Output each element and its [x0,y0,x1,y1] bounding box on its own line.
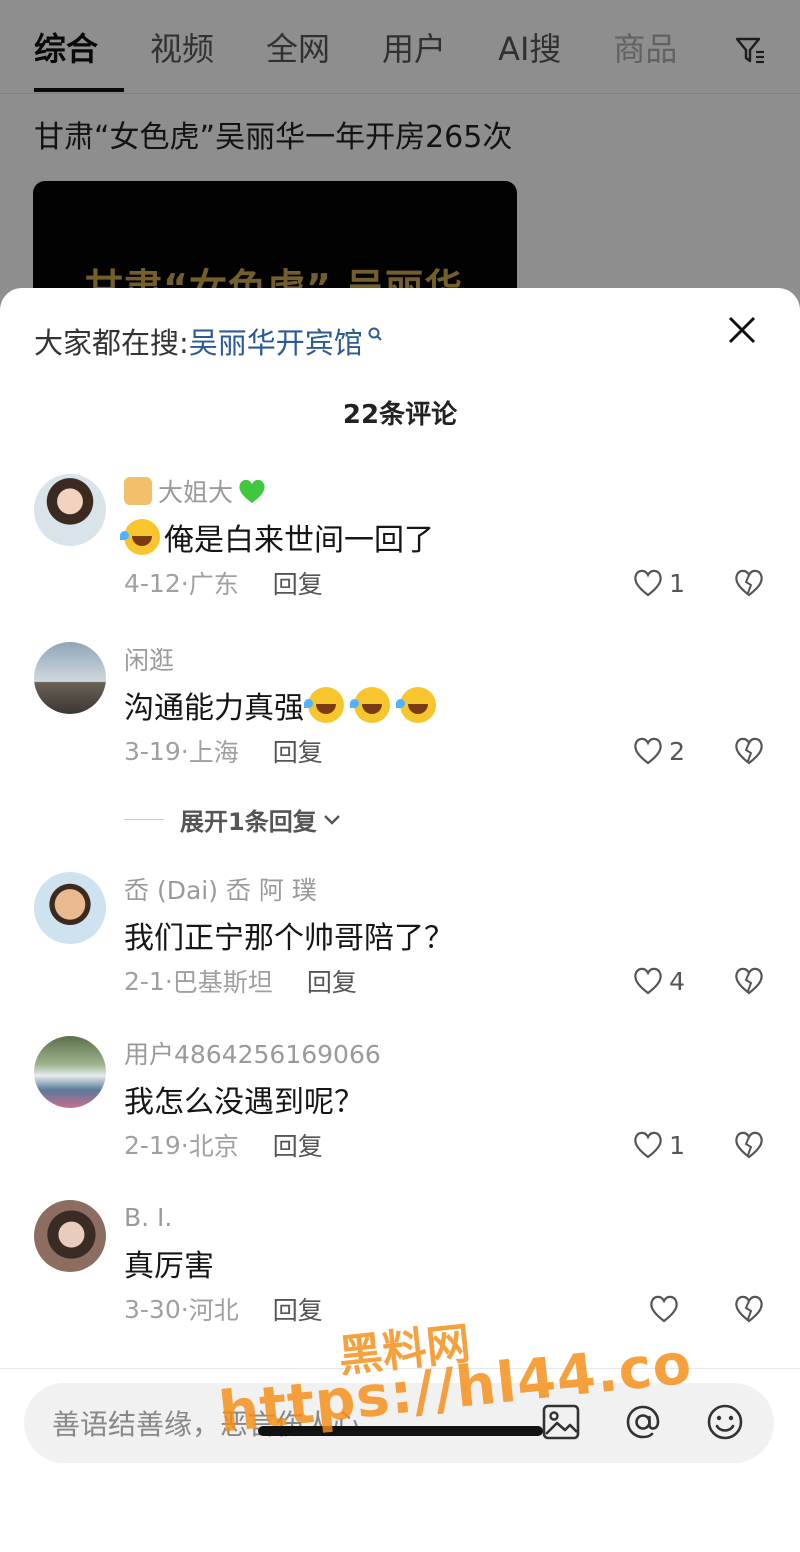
comment-username[interactable]: 岙 (Dai) 岙 阿 璞 [124,872,317,906]
comment-meta: 2-1 · 巴基斯坦 回复 [124,964,357,998]
laughing-crying-emoji-icon [350,687,390,723]
like-count: 1 [669,568,685,598]
comment-username[interactable]: 闲逛 [124,642,174,676]
trending-prefix: 大家都在搜: [34,326,189,360]
comment-item: 闲逛 沟通能力真强 3-19 · 上海 回复 2 [0,642,800,792]
comment-username[interactable]: 大姐大 [124,474,267,508]
chevron-down-icon [323,814,340,825]
like-button[interactable]: 1 [631,566,685,600]
search-icon [368,327,382,341]
broken-heart-icon[interactable] [732,1128,766,1162]
reply-button[interactable]: 回复 [273,565,323,601]
green-heart-icon [239,479,265,503]
avatar[interactable] [34,474,106,546]
divider [124,819,164,820]
mention-icon[interactable] [622,1401,664,1443]
emoji-icon[interactable] [704,1401,746,1443]
broken-heart-icon[interactable] [732,566,766,600]
avatar[interactable] [34,1036,106,1108]
avatar[interactable] [34,642,106,714]
avatar[interactable] [34,872,106,944]
comment-text: 真厉害 [124,1249,214,1284]
heart-icon [634,967,662,995]
comment-text: 俺是白来世间一回了 [120,516,434,558]
laughing-crying-emoji-icon [304,687,344,723]
comment-username[interactable]: 用户4864256169066 [124,1036,381,1070]
comment-meta: 3-19 · 上海 回复 [124,734,323,768]
like-button[interactable]: 2 [631,734,685,768]
comment-item: 大姐大 俺是白来世间一回了 4-12 · 广东 回复 1 [0,474,800,624]
laughing-crying-emoji-icon [396,687,436,723]
heart-icon [634,1131,662,1159]
heart-icon [650,1295,678,1323]
expand-replies-button[interactable]: 展开1条回复 [124,802,343,837]
reply-button[interactable]: 回复 [273,733,323,769]
comment-meta: 2-19 · 北京 回复 [124,1128,323,1162]
trending-query-link[interactable]: 吴丽华开宾馆 [189,320,363,362]
heart-icon [634,569,662,597]
comment-text: 我怎么没遇到呢？ [124,1085,364,1120]
comment-item: 用户4864256169066 我怎么没遇到呢？ 2-19 · 北京 回复 1 [0,1036,800,1186]
like-button[interactable] [647,1292,685,1326]
like-button[interactable]: 1 [631,1128,685,1162]
comment-meta: 3-30 · 河北 回复 [124,1292,323,1326]
user-badge-icon [124,477,152,505]
comment-count: 22条评论 [342,400,458,430]
like-count: 1 [669,1130,685,1160]
comment-text: 我们正宁那个帅哥陪了？ [124,921,454,956]
broken-heart-icon[interactable] [732,1292,766,1326]
comment-meta: 4-12 · 广东 回复 [124,566,323,600]
trending-search: 大家都在搜: 吴丽华开宾馆 [34,320,383,362]
like-button[interactable]: 4 [631,964,685,998]
like-count: 4 [669,966,685,996]
avatar[interactable] [34,1200,106,1272]
close-icon[interactable] [724,312,760,348]
reply-button[interactable]: 回复 [273,1127,323,1163]
broken-heart-icon[interactable] [732,734,766,768]
heart-icon [634,737,662,765]
reply-button[interactable]: 回复 [273,1291,323,1327]
broken-heart-icon[interactable] [732,964,766,998]
comment-item: 岙 (Dai) 岙 阿 璞 我们正宁那个帅哥陪了？ 2-1 · 巴基斯坦 回复 4 [0,872,800,1022]
reply-button[interactable]: 回复 [307,963,357,999]
like-count: 2 [669,736,685,766]
laughing-crying-emoji-icon [120,519,160,555]
comment-text: 沟通能力真强 [124,684,440,726]
comment-username[interactable]: B. I. [124,1200,172,1234]
